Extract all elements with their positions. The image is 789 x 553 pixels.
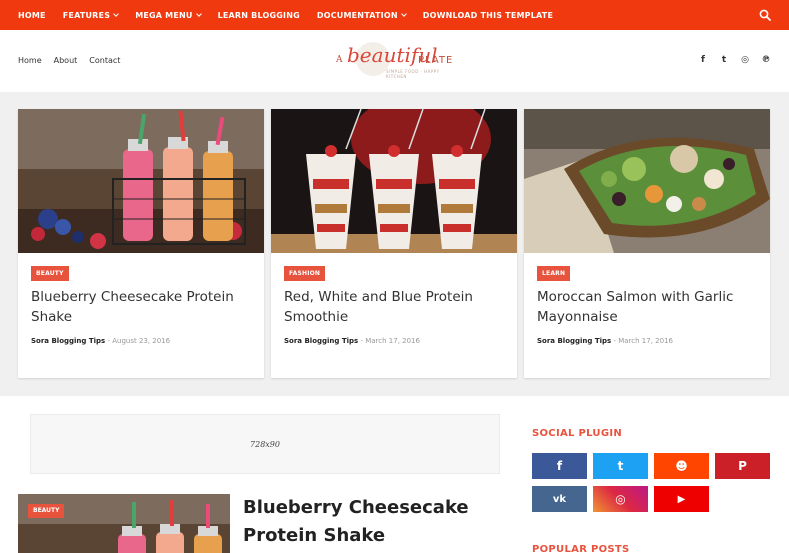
- top-navigation-bar: HOME FEATURES MEGA MENU LEARN BLOGGING D…: [0, 0, 789, 30]
- meta-separator: -: [107, 337, 110, 345]
- category-badge[interactable]: BEAUTY: [31, 266, 69, 281]
- category-badge[interactable]: FASHION: [284, 266, 326, 281]
- post-image[interactable]: [271, 109, 517, 253]
- featured-card[interactable]: FASHION Red, White and Blue Protein Smoo…: [271, 109, 517, 378]
- post-title[interactable]: Red, White and Blue Protein Smoothie: [284, 287, 504, 327]
- post-image[interactable]: [18, 109, 264, 253]
- social-plugin-heading: SOCIAL PLUGIN: [532, 428, 623, 439]
- site-header: Home About Contact A beautiful PLATE SIM…: [0, 30, 789, 92]
- site-logo[interactable]: A beautiful PLATE SIMPLE FOOD · HAPPY KI…: [336, 42, 456, 82]
- page-link-about[interactable]: About: [54, 56, 78, 65]
- page-link-home[interactable]: Home: [18, 56, 42, 65]
- header-social-links: f t ◎ ℗: [698, 55, 771, 65]
- nav-item-label: LEARN BLOGGING: [217, 10, 300, 20]
- post-date: March 17, 2016: [618, 337, 673, 345]
- nav-item-documentation[interactable]: DOCUMENTATION: [316, 10, 407, 20]
- nav-item-label: HOME: [18, 10, 46, 20]
- nav-item-label: FEATURES: [62, 10, 111, 20]
- post-author[interactable]: Sora Blogging Tips: [537, 337, 611, 345]
- instagram-icon: ◎: [615, 492, 626, 506]
- pinterest-icon[interactable]: ℗: [761, 55, 771, 65]
- search-icon[interactable]: [759, 9, 771, 21]
- popular-posts-heading: POPULAR POSTS: [532, 544, 630, 553]
- chevron-down-icon: [400, 10, 407, 17]
- vk-icon: vk: [552, 493, 567, 505]
- reddit-share-button[interactable]: ☻: [654, 453, 709, 479]
- nav-item-download-template[interactable]: DOWNLOAD THIS TEMPLATE: [423, 11, 553, 20]
- twitter-icon: t: [617, 459, 624, 473]
- post-author[interactable]: Sora Blogging Tips: [31, 337, 105, 345]
- post-author[interactable]: Sora Blogging Tips: [284, 337, 358, 345]
- post-image[interactable]: [524, 109, 770, 253]
- pinterest-share-button[interactable]: P: [715, 453, 770, 479]
- facebook-share-button[interactable]: f: [532, 453, 587, 479]
- category-badge[interactable]: BEAUTY: [28, 504, 65, 518]
- ad-size-label: 728x90: [250, 439, 280, 449]
- post-date: August 23, 2016: [112, 337, 171, 345]
- post-meta: Sora Blogging Tips - March 17, 2016: [284, 337, 420, 345]
- post-meta: Sora Blogging Tips - March 17, 2016: [537, 337, 673, 345]
- vk-share-button[interactable]: vk: [532, 486, 587, 512]
- nav-item-mega-menu[interactable]: MEGA MENU: [135, 10, 202, 20]
- page-links: Home About Contact: [18, 56, 120, 65]
- meta-separator: -: [613, 337, 616, 345]
- post-image[interactable]: [18, 494, 230, 553]
- chevron-down-icon: [195, 10, 202, 17]
- nav-item-home[interactable]: HOME: [18, 11, 46, 20]
- featured-posts: BEAUTY Blueberry Cheesecake Protein Shak…: [0, 92, 789, 396]
- logo-prefix: A: [336, 55, 344, 65]
- facebook-icon: f: [556, 459, 563, 473]
- nav-item-learn-blogging[interactable]: LEARN BLOGGING: [218, 11, 300, 20]
- chevron-down-icon: [113, 10, 120, 17]
- meta-separator: -: [360, 337, 363, 345]
- post-date: March 17, 2016: [365, 337, 420, 345]
- post-title[interactable]: Moroccan Salmon with Garlic Mayonnaise: [537, 287, 757, 327]
- post-title[interactable]: Blueberry Cheesecake Protein Shake: [31, 287, 251, 327]
- youtube-share-button[interactable]: ▶: [654, 486, 709, 512]
- instagram-icon[interactable]: ◎: [740, 55, 750, 65]
- logo-suffix: PLATE: [418, 55, 454, 66]
- pinterest-icon: P: [738, 459, 747, 473]
- nav-item-features[interactable]: FEATURES: [62, 10, 120, 20]
- featured-card[interactable]: BEAUTY Blueberry Cheesecake Protein Shak…: [18, 109, 264, 378]
- nav-item-label: DOWNLOAD THIS TEMPLATE: [422, 10, 554, 20]
- logo-tagline: SIMPLE FOOD · HAPPY KITCHEN: [386, 69, 440, 79]
- facebook-icon[interactable]: f: [698, 55, 708, 65]
- reddit-icon: ☻: [675, 459, 688, 473]
- page-link-contact[interactable]: Contact: [89, 56, 120, 65]
- featured-card[interactable]: LEARN Moroccan Salmon with Garlic Mayonn…: [524, 109, 770, 378]
- twitter-icon[interactable]: t: [719, 55, 729, 65]
- nav-item-label: MEGA MENU: [135, 10, 193, 20]
- instagram-share-button[interactable]: ◎: [593, 486, 648, 512]
- twitter-share-button[interactable]: t: [593, 453, 648, 479]
- post-title[interactable]: Blueberry Cheesecake Protein Shake: [243, 494, 493, 550]
- category-badge[interactable]: LEARN: [537, 266, 571, 281]
- nav-item-label: DOCUMENTATION: [316, 10, 398, 20]
- youtube-icon: ▶: [677, 493, 686, 505]
- post-meta: Sora Blogging Tips - August 23, 2016: [31, 337, 170, 345]
- ad-banner[interactable]: 728x90: [30, 414, 500, 474]
